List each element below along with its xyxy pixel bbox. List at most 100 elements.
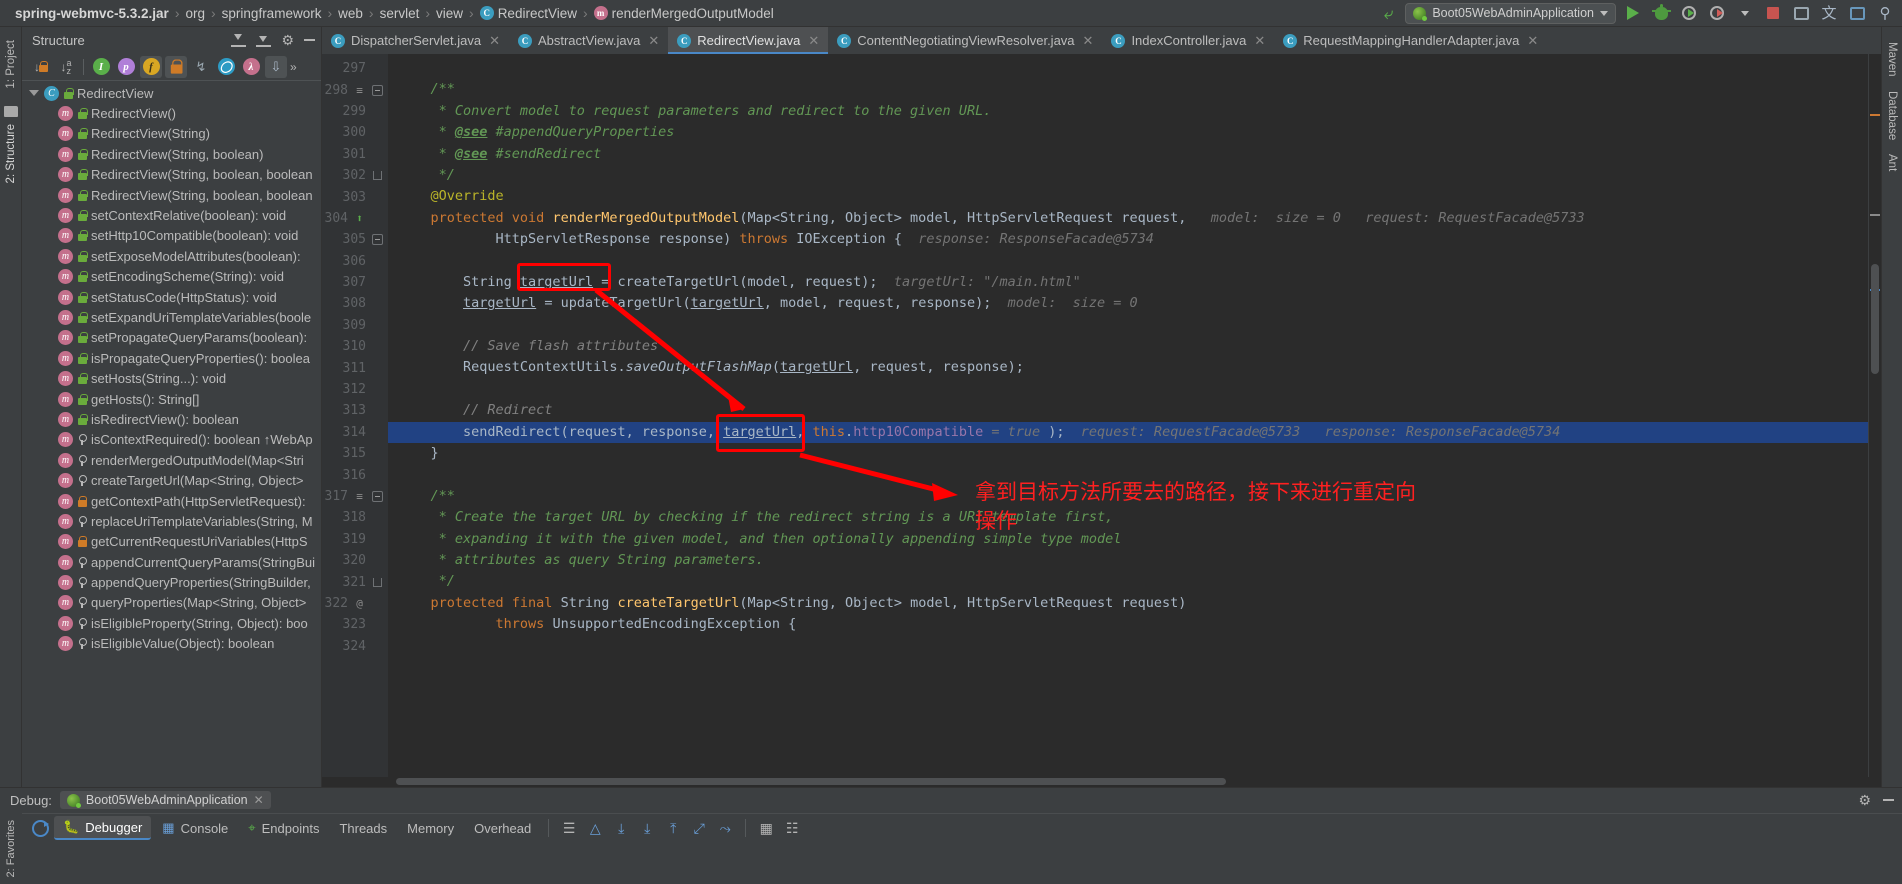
breadcrumb-item[interactable]: view: [431, 6, 468, 21]
code-line[interactable]: * expanding it with the given model, and…: [388, 529, 1868, 550]
tree-node-method[interactable]: m isEligibleProperty(String, Object): boo: [22, 613, 321, 633]
fold-end-icon[interactable]: [371, 576, 384, 589]
code-line[interactable]: String targetUrl = createTargetUrl(model…: [388, 272, 1868, 293]
show-lambdas-icon[interactable]: ◯: [215, 56, 237, 78]
search-everywhere-button[interactable]: ⚲: [1874, 2, 1896, 24]
code-line[interactable]: [388, 315, 1868, 336]
breadcrumb-item[interactable]: springframework: [217, 6, 327, 21]
run-button[interactable]: [1622, 2, 1644, 24]
build-project-button[interactable]: [1790, 2, 1812, 24]
show-members-icon[interactable]: ≡: [353, 490, 366, 503]
code-line[interactable]: */: [388, 571, 1868, 592]
gutter-line[interactable]: 314: [322, 422, 388, 443]
close-icon[interactable]: ✕: [1254, 33, 1265, 49]
debug-button[interactable]: [1650, 2, 1672, 24]
tab-memory[interactable]: Memory: [398, 818, 463, 839]
run-with-coverage-button[interactable]: [1678, 2, 1700, 24]
editor-tab[interactable]: C RedirectView.java ✕: [668, 27, 829, 54]
gutter-line[interactable]: 308: [322, 293, 388, 314]
gutter-line[interactable]: 315: [322, 443, 388, 464]
tree-node-method[interactable]: m setStatusCode(HttpStatus): void: [22, 287, 321, 307]
tree-node-method[interactable]: m RedirectView(String, boolean): [22, 144, 321, 164]
debug-session-tab[interactable]: Boot05WebAdminApplication ✕: [59, 791, 271, 810]
gutter-line[interactable]: 324: [322, 636, 388, 657]
terminal-button[interactable]: [1846, 2, 1868, 24]
editor-gutter[interactable]: 297 298 ≡ 299 300 301 302 303 304 ⬆ 305 306 307 308 30…: [322, 54, 388, 777]
export-icon[interactable]: △: [583, 817, 607, 839]
show-properties-icon[interactable]: p: [115, 56, 137, 78]
gutter-line[interactable]: 318: [322, 507, 388, 528]
expand-all-icon[interactable]: [256, 34, 272, 47]
tree-node-method[interactable]: m isPropagateQueryProperties(): boolea: [22, 348, 321, 368]
fold-end-icon[interactable]: [371, 169, 384, 182]
tree-node-method[interactable]: m renderMergedOutputModel(Map<Stri: [22, 450, 321, 470]
code-line[interactable]: * attributes as query String parameters.: [388, 550, 1868, 571]
show-functional-icon[interactable]: λ: [240, 56, 262, 78]
step-into-icon[interactable]: ⤓: [635, 817, 659, 839]
tree-node-method[interactable]: m isRedirectView(): boolean: [22, 409, 321, 429]
editor-tab[interactable]: C RequestMappingHandlerAdapter.java ✕: [1274, 27, 1547, 54]
code-line[interactable]: RequestContextUtils.saveOutputFlashMap(t…: [388, 357, 1868, 378]
close-icon[interactable]: ✕: [1083, 33, 1094, 49]
show-non-public-icon[interactable]: [165, 55, 187, 78]
close-icon[interactable]: ✕: [489, 33, 500, 49]
gutter-line[interactable]: 320: [322, 550, 388, 571]
code-line[interactable]: throws UnsupportedEncodingException {: [388, 614, 1868, 635]
tree-node-method[interactable]: m RedirectView(String, boolean, boolean: [22, 185, 321, 205]
code-line[interactable]: // Redirect: [388, 400, 1868, 421]
gutter-line[interactable]: 307: [322, 272, 388, 293]
tree-node-method[interactable]: m RedirectView(): [22, 103, 321, 123]
breadcrumb-item[interactable]: org: [180, 6, 210, 21]
code-line[interactable]: [388, 58, 1868, 79]
editor-tab[interactable]: C DispatcherServlet.java ✕: [322, 27, 509, 54]
translate-button[interactable]: 文: [1818, 2, 1840, 24]
show-members-icon[interactable]: ≡: [353, 84, 366, 97]
more-options-icon[interactable]: »: [290, 60, 297, 74]
editor-tab[interactable]: C IndexController.java ✕: [1102, 27, 1274, 54]
tree-node-method[interactable]: m getCurrentRequestUriVariables(HttpS: [22, 532, 321, 552]
show-anonymous-classes-icon[interactable]: ↯: [190, 56, 212, 78]
code-line[interactable]: * @see #appendQueryProperties: [388, 122, 1868, 143]
gear-icon[interactable]: ⚙: [281, 32, 294, 49]
tab-endpoints[interactable]: ⌖ Endpoints: [239, 817, 328, 839]
code-line[interactable]: protected void renderMergedOutputModel(M…: [388, 208, 1868, 229]
sort-alphabetically-icon[interactable]: ↓ a z: [55, 56, 77, 78]
scrollbar-thumb-horizontal[interactable]: [396, 777, 1226, 785]
rerun-icon[interactable]: [28, 817, 52, 839]
gutter-line[interactable]: 323: [322, 614, 388, 635]
breadcrumb-item[interactable]: C RedirectView: [475, 6, 582, 21]
gutter-line[interactable]: 322 @: [322, 593, 388, 614]
code-line[interactable]: [388, 379, 1868, 400]
tree-node-method[interactable]: m replaceUriTemplateVariables(String, M: [22, 511, 321, 531]
gutter-line[interactable]: 300: [322, 122, 388, 143]
close-icon[interactable]: ✕: [1527, 33, 1538, 49]
gutter-line[interactable]: 302: [322, 165, 388, 186]
step-out-icon[interactable]: ⤒: [661, 817, 685, 839]
sort-by-visibility-icon[interactable]: ↓: [30, 56, 52, 78]
tree-node-method[interactable]: m setExposeModelAttributes(boolean):: [22, 246, 321, 266]
code-line[interactable]: * Create the target URL by checking if t…: [388, 507, 1868, 528]
code-line[interactable]: @Override: [388, 186, 1868, 207]
code-line[interactable]: */: [388, 165, 1868, 186]
sidebar-item-structure[interactable]: 2: Structure: [3, 117, 19, 190]
code-line[interactable]: }: [388, 443, 1868, 464]
tree-node-method[interactable]: m appendCurrentQueryParams(StringBui: [22, 552, 321, 572]
fold-collapse-icon[interactable]: [371, 233, 384, 246]
step-over-icon[interactable]: ⤓: [609, 817, 633, 839]
gutter-line[interactable]: 301: [322, 144, 388, 165]
editor-vertical-scrollbar[interactable]: [1868, 54, 1881, 777]
tree-node-class[interactable]: C RedirectView: [22, 83, 321, 103]
settings-gear-icon[interactable]: ⚙: [1858, 792, 1871, 809]
back-arrow-icon[interactable]: ⤷: [1377, 2, 1399, 24]
code-line[interactable]: * Convert model to request parameters an…: [388, 101, 1868, 122]
tree-node-method[interactable]: m createTargetUrl(Map<String, Object>: [22, 470, 321, 490]
sidebar-item-maven[interactable]: Maven: [1884, 35, 1900, 84]
collapse-all-icon[interactable]: [231, 33, 247, 47]
fold-collapse-icon[interactable]: [371, 84, 384, 97]
sidebar-item-project[interactable]: 1: Project: [3, 33, 19, 96]
tree-node-method[interactable]: m getHosts(): String[]: [22, 389, 321, 409]
show-inherited-members-icon[interactable]: I: [90, 56, 112, 78]
code-line[interactable]: /**: [388, 486, 1868, 507]
gutter-line[interactable]: 310: [322, 336, 388, 357]
gutter-line[interactable]: 306: [322, 251, 388, 272]
